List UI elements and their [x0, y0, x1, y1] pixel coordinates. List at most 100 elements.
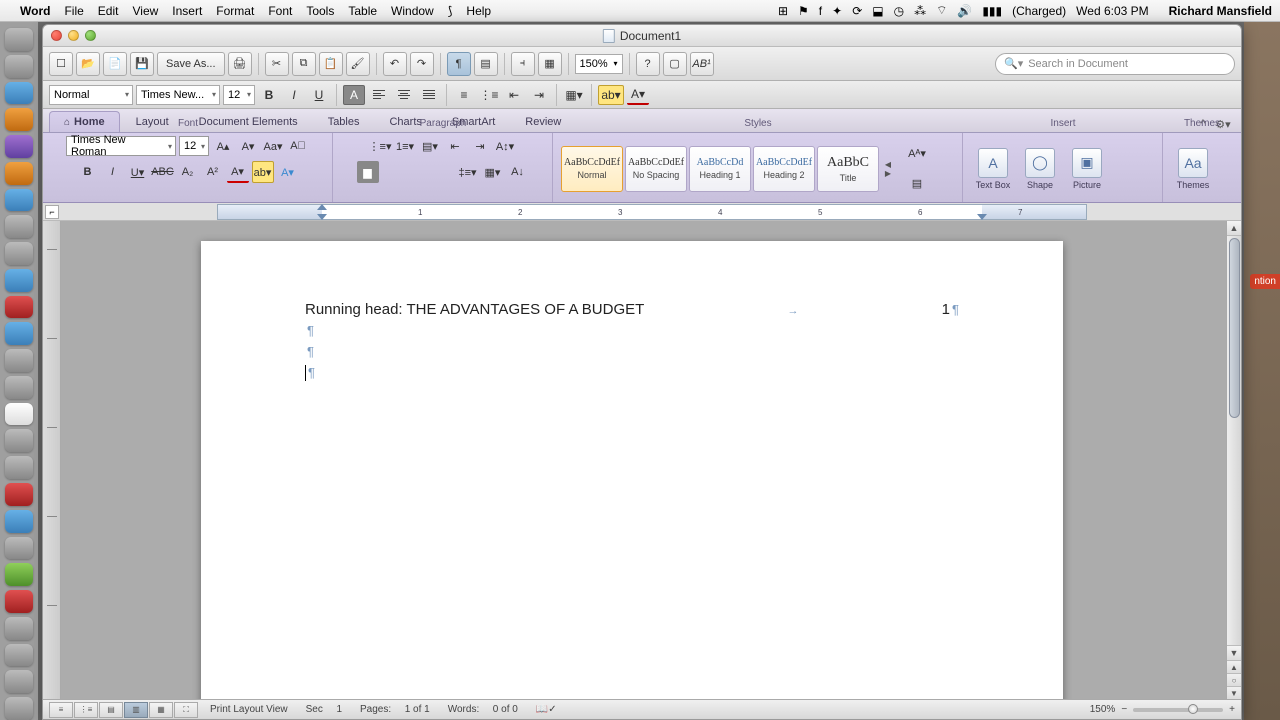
- copy-button[interactable]: ⧉: [292, 52, 316, 76]
- increase-indent-button[interactable]: ⇥: [528, 85, 550, 105]
- user-menu[interactable]: Richard Mansfield: [1169, 4, 1272, 18]
- bullets-button[interactable]: ⋮≡▾: [369, 135, 391, 157]
- next-page-button[interactable]: ▼: [1227, 686, 1241, 699]
- change-styles-button[interactable]: Aᴬ▾: [904, 141, 930, 167]
- document-viewport[interactable]: Running head: THE ADVANTAGES OF A BUDGET…: [61, 221, 1241, 699]
- dock-item[interactable]: [5, 563, 33, 586]
- sidebar-button[interactable]: ⫞: [511, 52, 535, 76]
- dock-item[interactable]: [5, 242, 33, 265]
- browse-object-button[interactable]: ○: [1227, 673, 1241, 686]
- dock-item[interactable]: [5, 215, 33, 238]
- section-number[interactable]: 1: [336, 704, 342, 715]
- sync-icon[interactable]: ⟳: [852, 4, 862, 18]
- toolbox-button[interactable]: ▤: [474, 52, 498, 76]
- dock-item[interactable]: [5, 483, 33, 506]
- dock-item[interactable]: [5, 644, 33, 667]
- styles-scroll[interactable]: ◀▶: [881, 146, 895, 192]
- menu-format[interactable]: Format: [216, 4, 254, 18]
- menu-tools[interactable]: Tools: [306, 4, 334, 18]
- font-color-button[interactable]: A▾: [627, 85, 649, 105]
- minimize-button[interactable]: [68, 30, 79, 41]
- style-heading-2[interactable]: AaBbCcDdEfHeading 2: [753, 146, 815, 192]
- multilevel-button[interactable]: ▤▾: [419, 135, 441, 157]
- text-effects-button[interactable]: A▾: [277, 161, 299, 183]
- reference-button[interactable]: AB¹: [690, 52, 714, 76]
- menu-view[interactable]: View: [132, 4, 158, 18]
- tab-selector[interactable]: ⌐: [45, 205, 59, 219]
- underline-button[interactable]: U: [308, 85, 330, 105]
- styles-pane-button[interactable]: ▤: [904, 171, 930, 197]
- line-spacing-button[interactable]: ‡≡▾: [457, 161, 479, 183]
- font-size-combo[interactable]: 12: [223, 85, 255, 105]
- zoom-value[interactable]: 150%: [1090, 704, 1116, 715]
- dock-item[interactable]: [5, 349, 33, 372]
- paragraph-shading-button[interactable]: ▆: [357, 161, 379, 183]
- decrease-indent-button[interactable]: ⇤: [503, 85, 525, 105]
- new-button[interactable]: ☐: [49, 52, 73, 76]
- dock-item[interactable]: [5, 376, 33, 399]
- app-menu[interactable]: Word: [20, 4, 50, 18]
- dock-item[interactable]: [5, 429, 33, 452]
- cut-button[interactable]: ✂: [265, 52, 289, 76]
- decrease-indent-button[interactable]: ⇤: [444, 135, 466, 157]
- sort-button[interactable]: A↓: [507, 161, 529, 183]
- search-input[interactable]: 🔍▾ Search in Document: [995, 53, 1235, 75]
- style-normal[interactable]: AaBbCcDdEfNormal: [561, 146, 623, 192]
- style-no-spacing[interactable]: AaBbCcDdEfNo Spacing: [625, 146, 687, 192]
- close-button[interactable]: [51, 30, 62, 41]
- draft-view-button[interactable]: ≡: [49, 702, 73, 718]
- help-button[interactable]: ?: [636, 52, 660, 76]
- vertical-scrollbar[interactable]: ▲ ▼ ▲ ○ ▼: [1226, 221, 1241, 699]
- align-center-button[interactable]: [407, 161, 429, 183]
- notebook-view-button[interactable]: ▦: [149, 702, 173, 718]
- paragraph-borders-button[interactable]: ▦▾: [482, 161, 504, 183]
- horizontal-ruler[interactable]: 1 2 3 4 5 6 7: [217, 204, 1087, 220]
- gallery-button[interactable]: ▦: [538, 52, 562, 76]
- style-heading-1[interactable]: AaBbCcDdHeading 1: [689, 146, 751, 192]
- publishing-view-button[interactable]: ▤: [99, 702, 123, 718]
- italic-button[interactable]: I: [283, 85, 305, 105]
- style-combo[interactable]: Normal: [49, 85, 133, 105]
- menu-table[interactable]: Table: [348, 4, 377, 18]
- zoom-in-button[interactable]: +: [1229, 704, 1235, 715]
- clock[interactable]: Wed 6:03 PM: [1076, 4, 1148, 18]
- dock-item[interactable]: [5, 322, 33, 345]
- document-page[interactable]: Running head: THE ADVANTAGES OF A BUDGET…: [201, 241, 1063, 699]
- align-justify-button[interactable]: [418, 85, 440, 105]
- media-browser-button[interactable]: ▢: [663, 52, 687, 76]
- grow-font-button[interactable]: A▴: [212, 135, 234, 157]
- dock-item[interactable]: [5, 135, 33, 158]
- ribbon-italic-button[interactable]: I: [102, 161, 124, 183]
- dock-item[interactable]: [5, 617, 33, 640]
- outline-view-button[interactable]: ⋮≡: [74, 702, 98, 718]
- dock-firefox-icon[interactable]: [5, 162, 33, 185]
- dock-item[interactable]: [5, 55, 33, 78]
- paste-button[interactable]: 📋: [319, 52, 343, 76]
- font-combo[interactable]: Times New...: [136, 85, 220, 105]
- align-center-button[interactable]: [393, 85, 415, 105]
- wifi-icon[interactable]: ⌔: [936, 3, 947, 18]
- clear-formatting-button[interactable]: A⃠: [287, 135, 309, 157]
- dock-item[interactable]: [5, 296, 33, 319]
- zoom-button[interactable]: [85, 30, 96, 41]
- insert-textbox-button[interactable]: AText Box: [971, 148, 1015, 190]
- dock-item[interactable]: [5, 590, 33, 613]
- vertical-ruler[interactable]: [43, 221, 61, 699]
- zoom-slider[interactable]: [1133, 708, 1223, 712]
- dock-ical-icon[interactable]: [5, 403, 33, 426]
- volume-icon[interactable]: 🔊: [957, 4, 972, 18]
- change-case-button[interactable]: Aa▾: [262, 135, 284, 157]
- align-left-button[interactable]: [382, 161, 404, 183]
- status-icon[interactable]: ⚑: [798, 4, 809, 18]
- insert-shape-button[interactable]: ◯Shape: [1018, 148, 1062, 190]
- open-button[interactable]: 📂: [76, 52, 100, 76]
- menu-edit[interactable]: Edit: [98, 4, 119, 18]
- borders-button[interactable]: ▦▾: [563, 85, 585, 105]
- dock-mail-icon[interactable]: [5, 189, 33, 212]
- strikethrough-button[interactable]: ABC: [152, 161, 174, 183]
- timemachine-icon[interactable]: ◷: [894, 4, 904, 18]
- shrink-font-button[interactable]: A▾: [237, 135, 259, 157]
- save-as-button[interactable]: Save As...: [157, 52, 225, 76]
- numbering-button[interactable]: 1≡▾: [394, 135, 416, 157]
- dock-safari-icon[interactable]: [5, 82, 33, 105]
